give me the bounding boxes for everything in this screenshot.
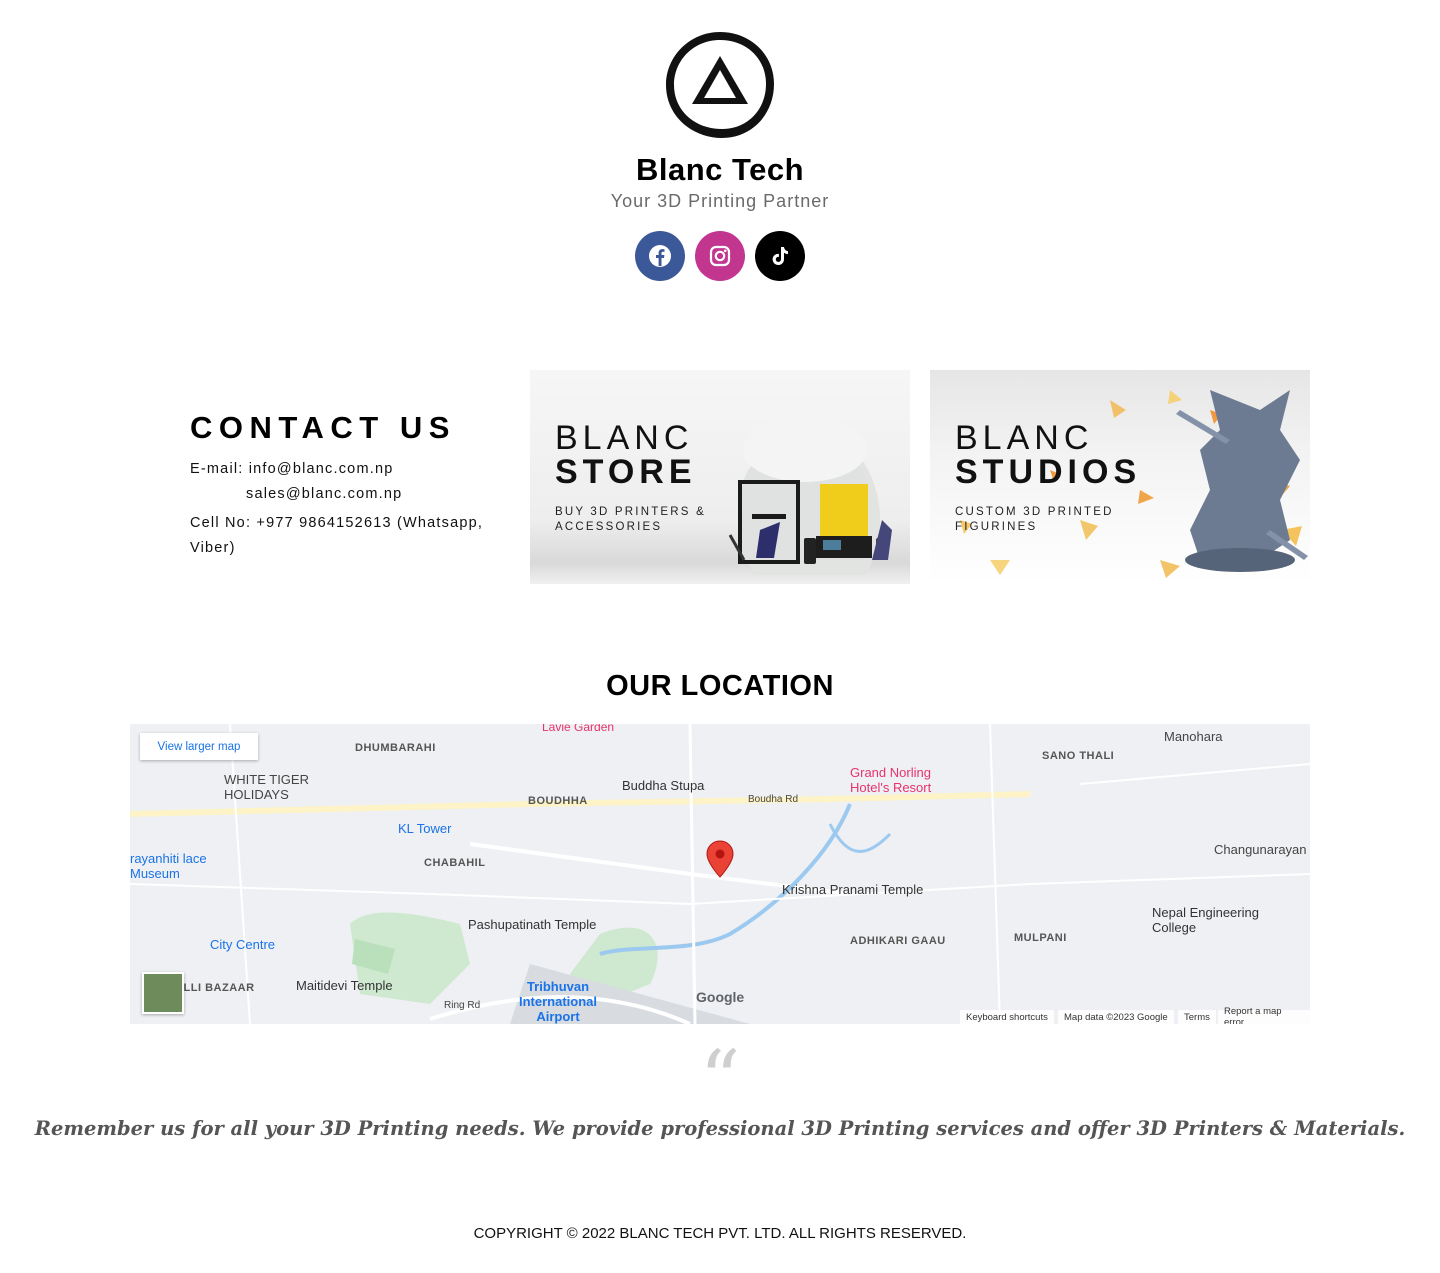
map-label-boudha: BOUDHHA (528, 795, 588, 807)
location-pin-icon[interactable] (706, 840, 734, 878)
printers-image (728, 418, 892, 575)
instagram-icon (709, 245, 731, 267)
card-store-subtitle: BUY 3D PRINTERS & ACCESSORIES (555, 506, 706, 533)
map-keyboard-shortcuts[interactable]: Keyboard shortcuts (960, 1010, 1054, 1024)
map-label-tribhuvan[interactable]: Tribhuvan International Airport (508, 979, 608, 1024)
map-label-white-tiger[interactable]: WHITE TIGER HOLIDAYS (224, 772, 324, 802)
tagline-quote: Remember us for all your 3D Printing nee… (34, 1117, 1406, 1140)
satellite-toggle[interactable] (142, 972, 184, 1014)
tiktok-icon (772, 247, 788, 265)
map-label-grand-norling[interactable]: Grand Norling Hotel's Resort (850, 765, 950, 795)
map-label-city-centre[interactable]: City Centre (210, 937, 275, 952)
blanc-store-card[interactable]: BLANC STORE BUY 3D PRINTERS & ACCESSORIE… (530, 370, 910, 584)
blanc-studios-card[interactable]: BLANC STUDIOS CUSTOM 3D PRINTED FIGURINE… (930, 370, 1310, 584)
map-label-kl-tower[interactable]: KL Tower (398, 821, 451, 836)
brand-name: Blanc Tech (635, 152, 805, 187)
instagram-link[interactable] (695, 231, 745, 281)
map-label-adhikari-gaau: ADHIKARI GAAU (850, 935, 946, 947)
map-label-changunarayan: Changunarayan (1214, 842, 1307, 857)
email-sales[interactable]: sales@blanc.com.np (246, 486, 402, 502)
map-report-error-link[interactable]: Report a map error (1218, 1006, 1310, 1024)
map-label-nepal-engineering[interactable]: Nepal Engineering College (1152, 905, 1262, 935)
card-studios-word1: BLANC (955, 419, 1094, 457)
map-label-sano-thali: SANO THALI (1042, 750, 1115, 762)
map-label-mulpani: MULPANI (1014, 932, 1067, 944)
map-label-maitidevi[interactable]: Maitidevi Temple (296, 978, 393, 993)
map-label-manohara: Manohara (1164, 729, 1223, 744)
tiktok-link[interactable] (755, 231, 805, 281)
contact-title: CONTACT US (190, 410, 456, 445)
map-data-credit: Map data ©2023 Google (1058, 1010, 1174, 1024)
view-larger-map-button[interactable]: View larger map (140, 733, 258, 760)
google-logo: Google (696, 989, 745, 1005)
map-label-ring-rd: Ring Rd (444, 1000, 481, 1011)
location-title: OUR LOCATION (606, 670, 834, 702)
cell-number: Cell No: +977 9864152613 (Whatsapp, Vibe… (190, 515, 484, 556)
card-studios-subtitle: CUSTOM 3D PRINTED FIGURINES (955, 506, 1114, 533)
map-terms-link[interactable]: Terms (1178, 1010, 1216, 1024)
quote-mark-icon: “ (699, 1033, 741, 1126)
card-store-word1: BLANC (555, 419, 694, 457)
map-label-dhumbarahi: DHUMBARAHI (355, 742, 436, 754)
figurine-image (1176, 390, 1308, 572)
map-label-chabahil: CHABAHIL (424, 857, 486, 869)
facebook-icon (649, 245, 671, 267)
map-label-palace-museum[interactable]: rayanhiti lace Museum (130, 851, 220, 881)
logo (666, 32, 774, 138)
map-label-pashupatinath[interactable]: Pashupatinath Temple (468, 917, 596, 932)
embedded-map[interactable]: View larger map Buddha Stupa BOUDHHA CHA… (130, 724, 1310, 1024)
tagline: Your 3D Printing Partner (610, 191, 830, 211)
map-label-krishna-pranami[interactable]: Krishna Pranami Temple (782, 882, 923, 897)
email-primary[interactable]: E-mail: info@blanc.com.np (190, 461, 393, 477)
copyright-text: COPYRIGHT © 2022 BLANC TECH PVT. LTD. AL… (473, 1225, 967, 1242)
map-label-dilli-bazaar: ILLI BAZAAR (180, 982, 255, 994)
map-label-lavie-garden[interactable]: Lavie Garden (542, 724, 614, 734)
card-studios-word2: STUDIOS (955, 453, 1142, 491)
facebook-link[interactable] (635, 231, 685, 281)
map-label-boudha-rd: Boudha Rd (748, 794, 799, 805)
map-label-buddha-stupa[interactable]: Buddha Stupa (622, 778, 704, 793)
card-store-word2: STORE (555, 453, 697, 491)
